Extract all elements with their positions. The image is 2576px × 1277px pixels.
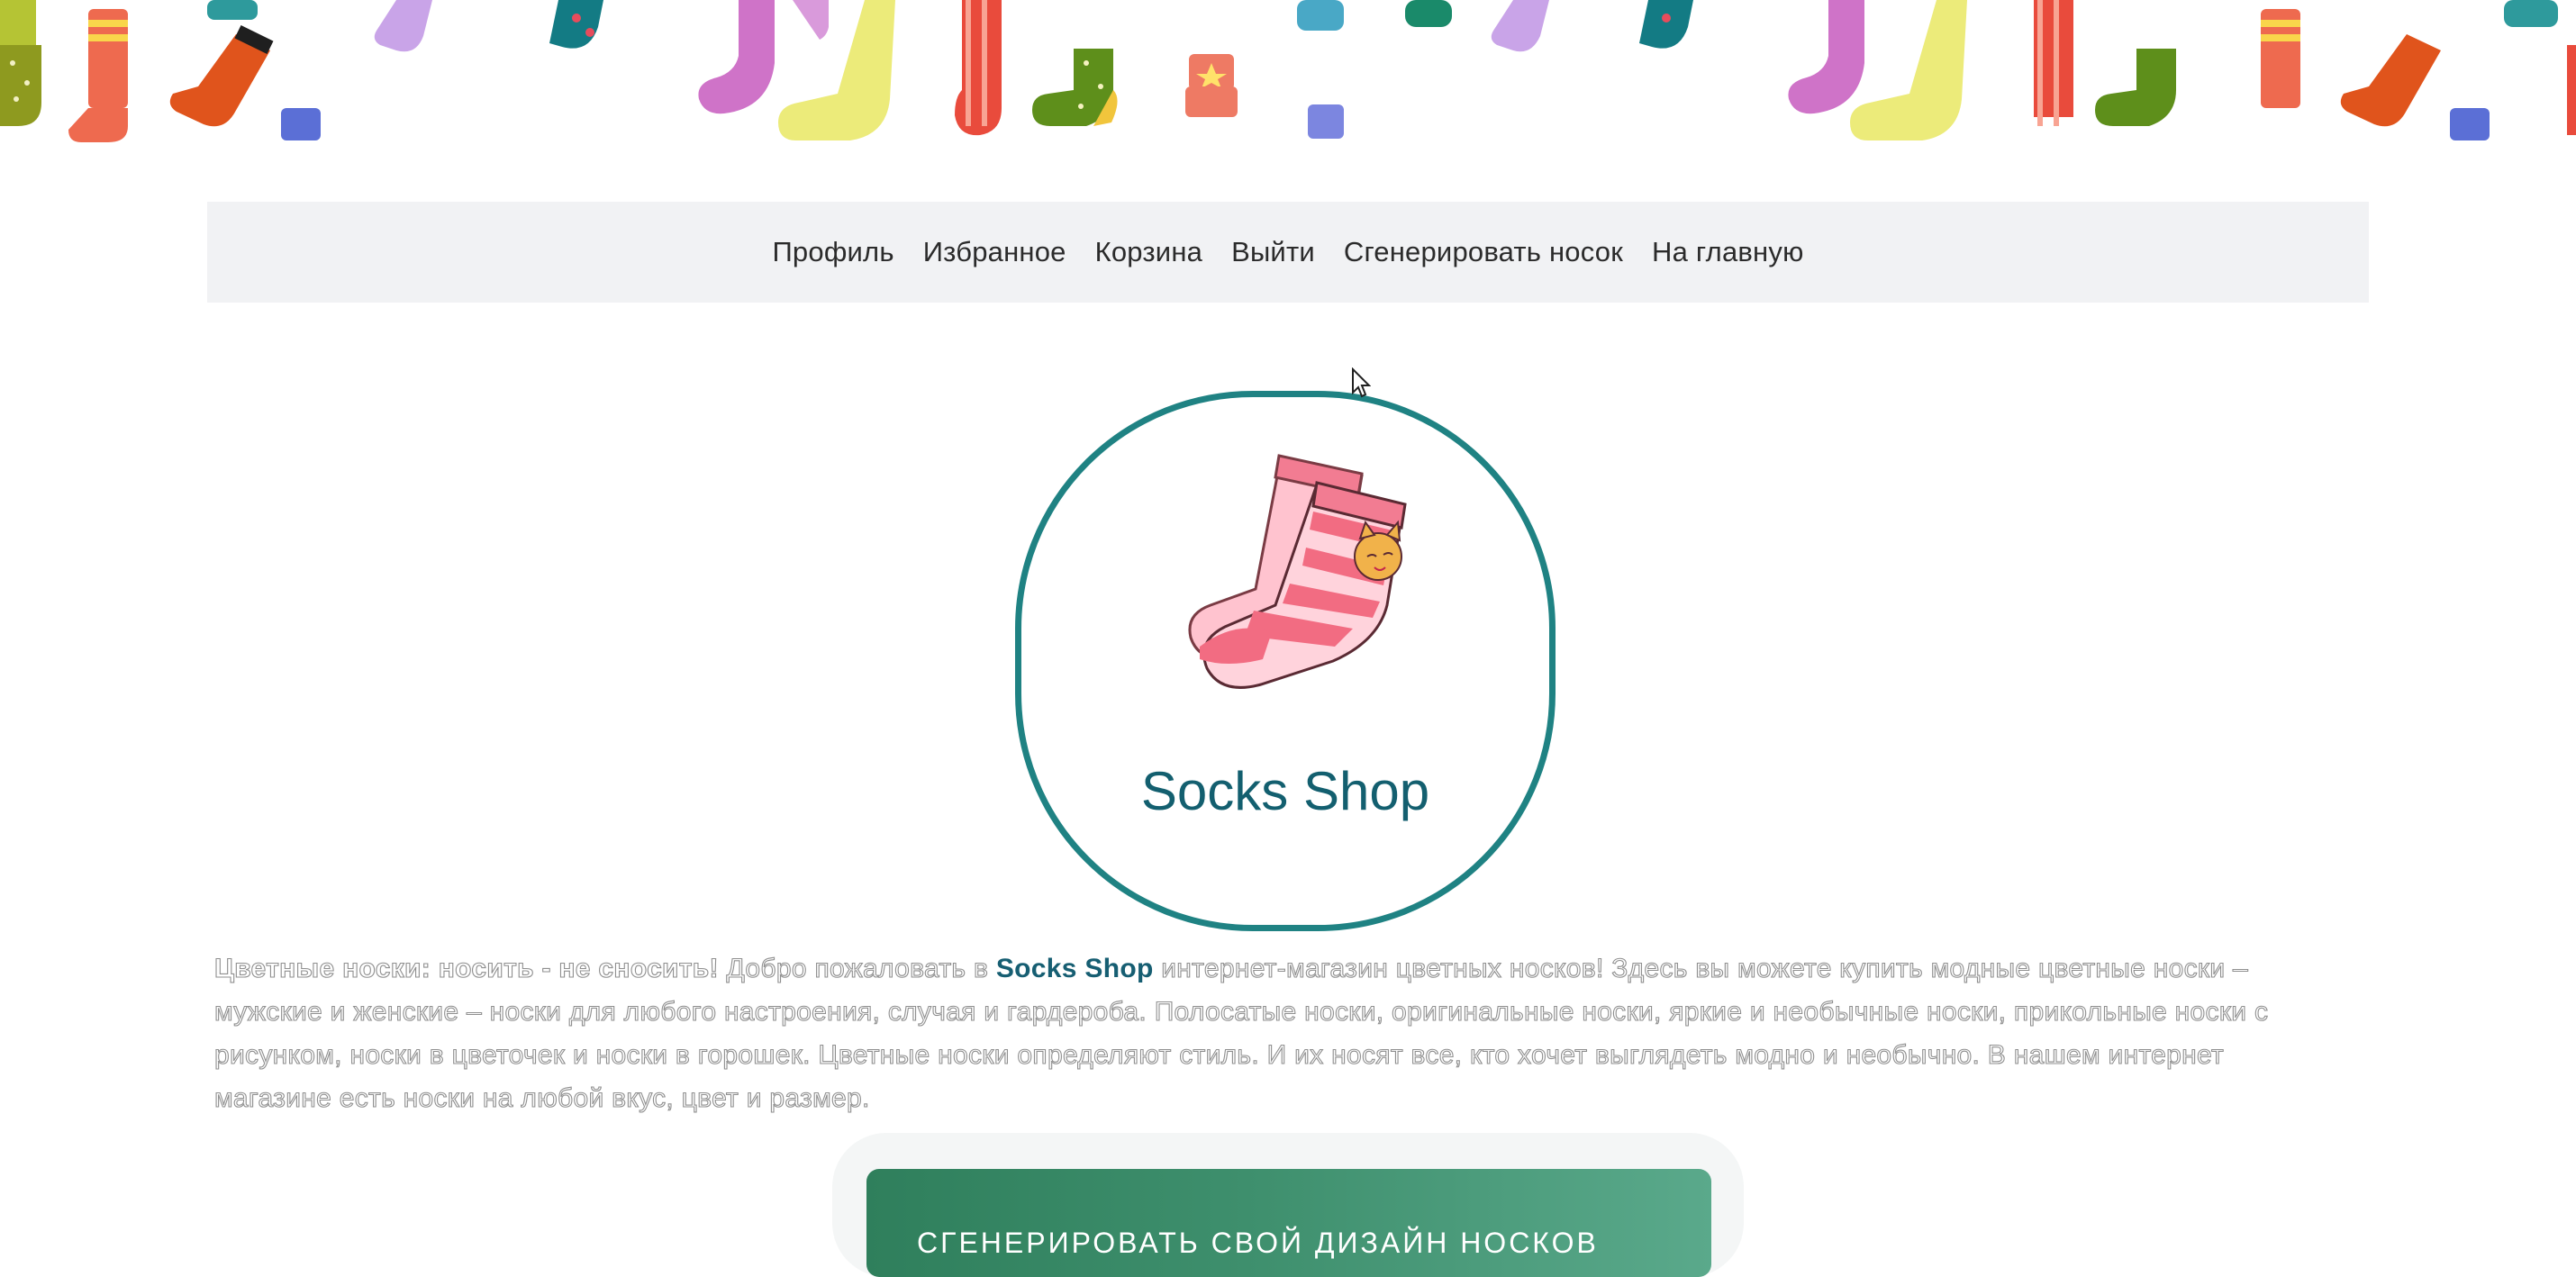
logo-title: Socks Shop bbox=[1140, 761, 1430, 821]
striped-sock-logo-icon bbox=[1188, 454, 1407, 689]
description-lead: Цветные носки: носить - не сносить! bbox=[213, 953, 719, 983]
nav-favorites[interactable]: Избранное bbox=[923, 236, 1066, 268]
nav-generate-sock[interactable]: Сгенерировать носок bbox=[1344, 236, 1623, 268]
description-part1: Добро пожаловать в bbox=[718, 953, 996, 983]
socks-pattern-banner bbox=[0, 0, 2576, 144]
nav-profile[interactable]: Профиль bbox=[772, 236, 893, 268]
nav-home[interactable]: На главную bbox=[1652, 236, 1804, 268]
description-brand: Socks Shop bbox=[995, 954, 1154, 983]
shop-description: Цветные носки: носить - не сносить! Добр… bbox=[213, 947, 2304, 1120]
nav-logout[interactable]: Выйти bbox=[1231, 236, 1315, 268]
mouse-cursor-icon bbox=[1352, 367, 1371, 398]
nav-cart[interactable]: Корзина bbox=[1095, 236, 1202, 268]
socks-pattern-icon bbox=[0, 0, 2576, 142]
main-nav: Профиль Избранное Корзина Выйти Сгенерир… bbox=[207, 202, 2369, 303]
generate-design-button[interactable]: СГЕНЕРИРОВАТЬ СВОЙ ДИЗАЙН НОСКОВ bbox=[866, 1169, 1711, 1277]
